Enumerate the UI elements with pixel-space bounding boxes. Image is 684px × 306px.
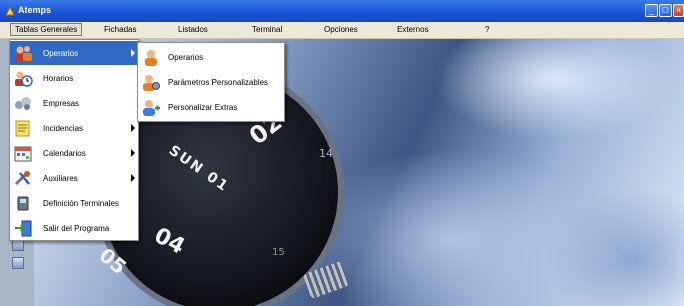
menu-item-auxiliares[interactable]: Auxiliares bbox=[10, 166, 138, 190]
user-settings-icon bbox=[143, 75, 160, 91]
submenu-item-operarios[interactable]: Operarios bbox=[138, 45, 284, 69]
exit-icon bbox=[15, 220, 32, 237]
maximize-button[interactable]: □ bbox=[659, 4, 672, 17]
toolbar-icon-2[interactable] bbox=[12, 257, 24, 269]
menu-item-label: Salir del Programa bbox=[43, 223, 110, 233]
maximize-icon: □ bbox=[662, 5, 669, 15]
menu-item-label: Operarios bbox=[43, 48, 79, 58]
watch-label-15: 15 bbox=[272, 247, 285, 258]
company-icon bbox=[15, 97, 31, 110]
app-icon bbox=[5, 5, 15, 16]
close-icon: × bbox=[675, 5, 682, 15]
menu-item-label: Calendarios bbox=[43, 148, 86, 158]
submenu-arrow-icon bbox=[131, 174, 135, 182]
watch-label-14: 14 bbox=[319, 147, 333, 160]
submenu-arrow-icon bbox=[131, 124, 135, 132]
menu-item-label: Auxiliares bbox=[43, 173, 78, 183]
menu-item-incidencias[interactable]: Incidencias bbox=[10, 116, 138, 140]
menu-item-label: Empresas bbox=[43, 98, 80, 108]
menu-item-label: Incidencias bbox=[43, 123, 84, 133]
title-bar[interactable]: Atemps _ □ × bbox=[0, 0, 684, 22]
menu-fichadas[interactable]: Fichadas bbox=[104, 25, 136, 34]
menu-externos[interactable]: Externos bbox=[397, 25, 429, 34]
menu-help[interactable]: ? bbox=[485, 25, 489, 34]
menu-item-label: Horarios bbox=[43, 73, 74, 83]
submenu-item-personalizar-extras[interactable]: Personalizar Extras bbox=[138, 95, 284, 119]
menu-item-empresas[interactable]: Empresas bbox=[10, 91, 138, 115]
notes-icon bbox=[15, 120, 30, 137]
menu-listados[interactable]: Listados bbox=[178, 25, 208, 34]
submenu-item-label: Personalizar Extras bbox=[168, 102, 238, 112]
menu-item-salir[interactable]: Salir del Programa bbox=[10, 216, 138, 240]
tools-icon bbox=[14, 171, 30, 186]
operarios-submenu: Operarios Parámetros Personalizables Per… bbox=[137, 42, 285, 122]
submenu-item-label: Parámetros Personalizables bbox=[168, 77, 269, 87]
user-extras-icon bbox=[143, 100, 160, 116]
menu-item-calendarios[interactable]: Calendarios bbox=[10, 141, 138, 165]
minimize-icon: _ bbox=[648, 5, 654, 15]
window-title: Atemps bbox=[18, 5, 52, 15]
menu-item-definicion-terminales[interactable]: Definición Terminales bbox=[10, 191, 138, 215]
submenu-item-label: Operarios bbox=[168, 52, 204, 62]
menu-terminal[interactable]: Terminal bbox=[252, 25, 282, 34]
minimize-button[interactable]: _ bbox=[645, 4, 658, 17]
menu-tablas-generales[interactable]: Tablas Generales bbox=[10, 23, 83, 36]
submenu-arrow-icon bbox=[131, 49, 135, 57]
submenu-arrow-icon bbox=[131, 149, 135, 157]
clock-user-icon bbox=[15, 71, 33, 87]
menu-item-horarios[interactable]: Horarios bbox=[10, 66, 138, 90]
menu-item-label: Definición Terminales bbox=[43, 198, 119, 208]
user-icon bbox=[145, 50, 157, 66]
calendar-icon bbox=[14, 146, 32, 162]
terminal-icon bbox=[17, 196, 29, 211]
menu-item-operarios[interactable]: Operarios bbox=[10, 41, 138, 65]
submenu-item-parametros[interactable]: Parámetros Personalizables bbox=[138, 70, 284, 94]
menu-bar: Tablas Generales Fichadas Listados Termi… bbox=[0, 22, 684, 39]
close-button[interactable]: × bbox=[673, 4, 684, 17]
menu-opciones[interactable]: Opciones bbox=[324, 25, 358, 34]
users-icon bbox=[15, 46, 32, 61]
tablas-generales-menu: Operarios Horarios Empresas Incidencias … bbox=[9, 39, 139, 241]
